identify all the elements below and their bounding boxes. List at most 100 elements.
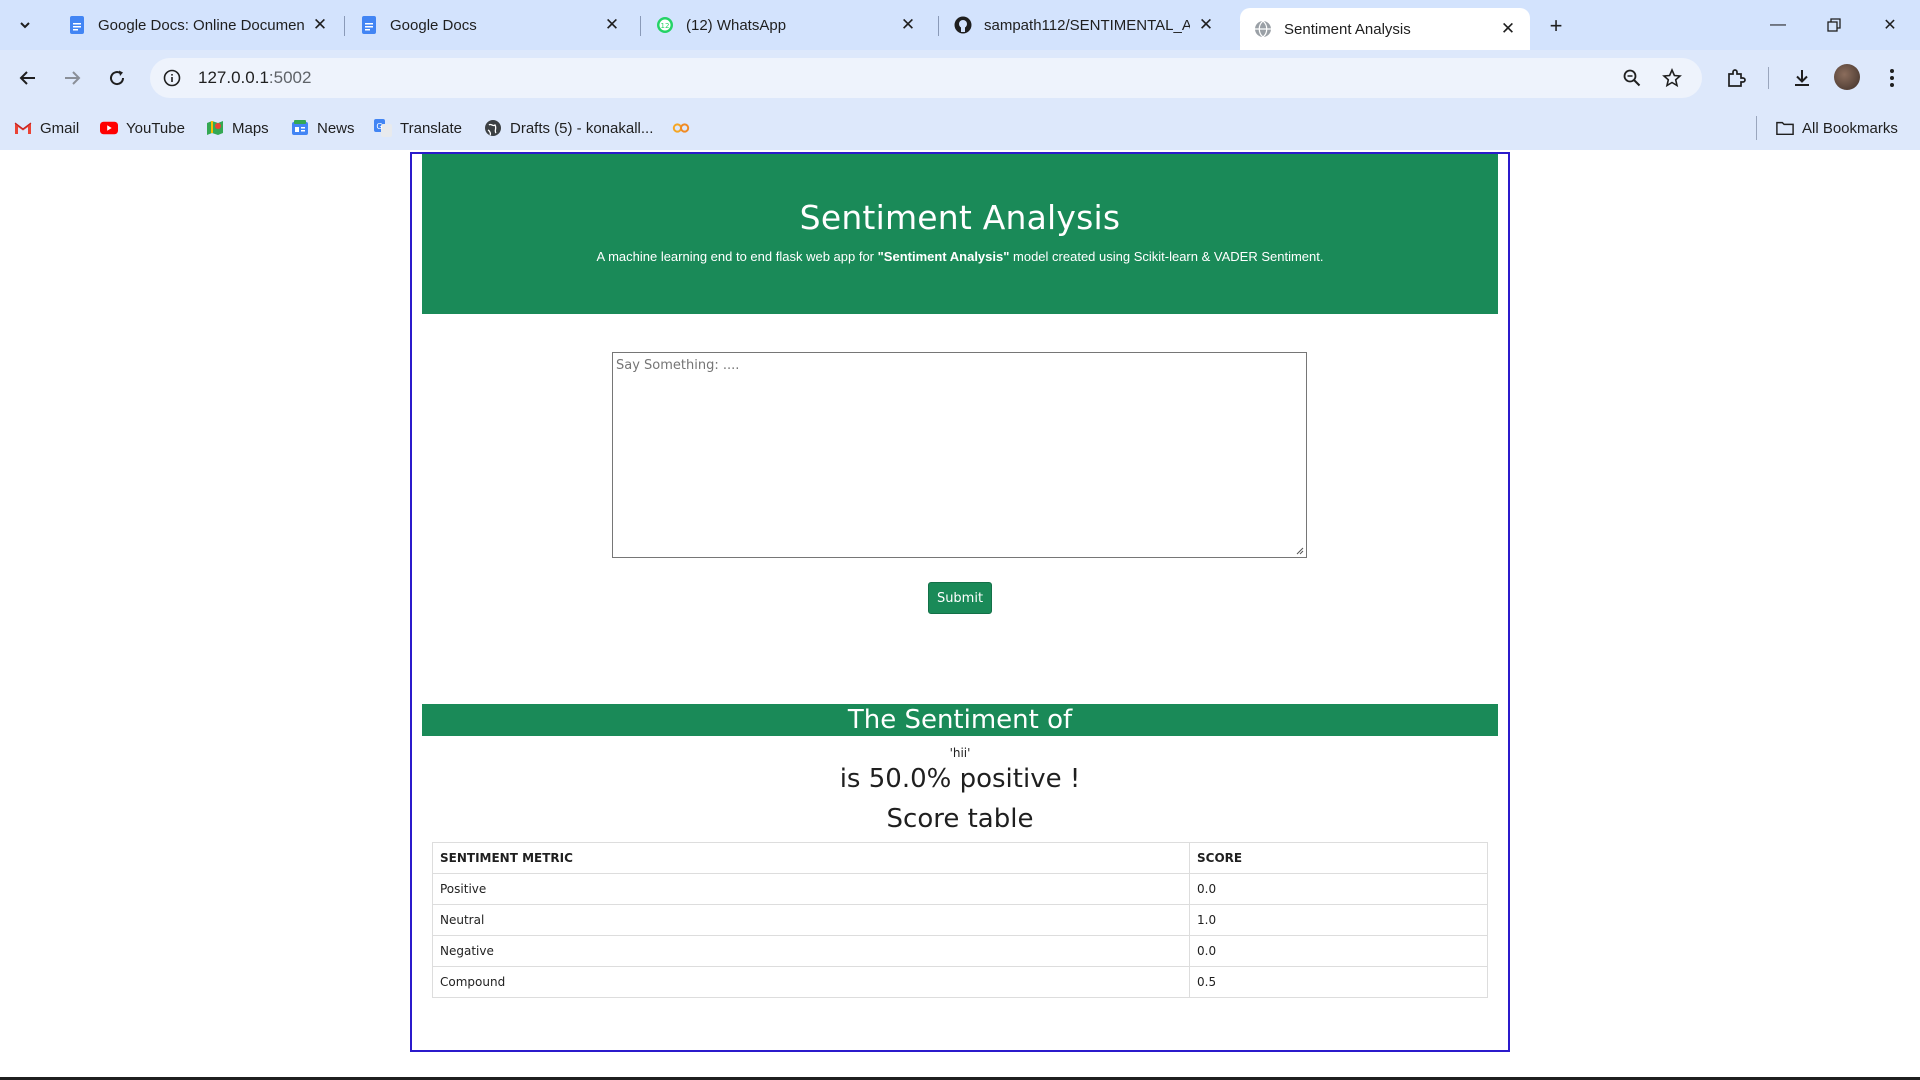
bookmark-drafts[interactable]: Drafts (5) - konakall... [484, 116, 653, 140]
all-bookmarks-label: All Bookmarks [1802, 119, 1898, 137]
svg-text:12: 12 [661, 22, 670, 30]
more-vertical-icon [1890, 69, 1894, 87]
zoom-icon [1623, 69, 1641, 87]
table-row: Neutral 1.0 [432, 904, 1488, 936]
bookmarks-bar: Gmail YouTube Maps News G Translate Draf… [0, 106, 1920, 150]
google-docs-icon [360, 16, 378, 34]
tab-divider [640, 16, 641, 36]
bookmark-extra[interactable] [672, 116, 698, 140]
table-row: Positive 0.0 [432, 873, 1488, 905]
chevron-down-icon [20, 22, 30, 29]
menu-button[interactable] [1876, 62, 1908, 94]
close-icon: ✕ [1883, 17, 1897, 34]
subtitle-text-end: model created using Scikit-learn & VADER… [1009, 249, 1324, 264]
arrow-right-icon [65, 71, 81, 85]
bookmark-gmail[interactable]: Gmail [14, 116, 79, 140]
tab-google-docs[interactable]: Google Docs ✕ [346, 8, 634, 42]
header-banner: Sentiment Analysis A machine learning en… [422, 154, 1498, 314]
bookmark-label: YouTube [126, 119, 185, 137]
score-cell: 0.0 [1189, 873, 1488, 905]
tab-title: sampath112/SENTIMENTAL_AN [984, 16, 1190, 34]
tab-github[interactable]: sampath112/SENTIMENTAL_AN ✕ [940, 8, 1228, 42]
score-cell: 1.0 [1189, 904, 1488, 936]
page-subtitle: A machine learning end to end flask web … [422, 249, 1498, 264]
tab-search-button[interactable] [10, 10, 40, 40]
infinity-icon [672, 119, 690, 137]
profile-avatar[interactable] [1834, 64, 1860, 90]
tab-title: (12) WhatsApp [686, 16, 787, 34]
gmail-icon [14, 119, 32, 137]
table-row: Compound 0.5 [432, 966, 1488, 998]
downloads-button[interactable] [1786, 62, 1818, 94]
metric-cell: Neutral [432, 904, 1190, 936]
bookmark-label: News [317, 119, 355, 137]
tab-divider [344, 16, 345, 36]
score-cell: 0.5 [1189, 966, 1488, 998]
tab-title: Google Docs: Online Document [98, 16, 304, 34]
tab-divider [938, 16, 939, 36]
back-button[interactable] [12, 62, 44, 94]
result-heading: The Sentiment of [422, 704, 1498, 736]
bookmark-maps[interactable]: Maps [206, 116, 269, 140]
all-bookmarks-button[interactable]: All Bookmarks [1776, 116, 1898, 140]
tab-title: Google Docs [390, 16, 477, 34]
info-icon [163, 69, 181, 87]
tab-title: Sentiment Analysis [1284, 20, 1411, 38]
folder-icon [1776, 119, 1794, 137]
globe-icon [1254, 20, 1272, 38]
analyzed-text: 'hii' [949, 746, 971, 760]
tab-sentiment-analysis[interactable]: Sentiment Analysis ✕ [1240, 8, 1530, 50]
close-tab-icon[interactable]: ✕ [898, 15, 918, 35]
bookmarks-divider [1756, 116, 1757, 140]
zoom-button[interactable] [1620, 66, 1644, 90]
google-docs-icon [68, 16, 86, 34]
star-icon [1662, 68, 1682, 88]
subtitle-text: A machine learning end to end flask web … [596, 249, 878, 264]
score-table-title: Score table [886, 804, 1034, 834]
close-tab-icon[interactable]: ✕ [310, 15, 330, 35]
url-host: 127.0.0.1 [198, 68, 269, 87]
tab-strip: Google Docs: Online Document ✕ Google Do… [0, 0, 1920, 50]
restore-button[interactable] [1806, 0, 1862, 50]
bookmark-label: Translate [400, 119, 462, 137]
metric-cell: Compound [432, 966, 1190, 998]
close-tab-icon[interactable]: ✕ [1498, 19, 1518, 39]
message-input[interactable] [612, 352, 1307, 558]
bookmark-youtube[interactable]: YouTube [100, 116, 185, 140]
site-info-button[interactable] [156, 62, 188, 94]
bookmark-label: Drafts (5) - konakall... [510, 119, 654, 137]
bookmark-star-button[interactable] [1660, 66, 1684, 90]
minimize-button[interactable]: — [1750, 0, 1806, 50]
sentiment-verdict: is 50.0% positive ! [839, 764, 1081, 794]
bookmark-label: Gmail [40, 119, 80, 137]
reload-button[interactable] [101, 62, 133, 94]
table-header-row: SENTIMENT METRIC SCORE [432, 842, 1488, 874]
tab-whatsapp[interactable]: 12 (12) WhatsApp ✕ [642, 8, 930, 42]
metric-cell: Positive [432, 873, 1190, 905]
extensions-button[interactable] [1720, 62, 1752, 94]
youtube-icon [100, 119, 118, 137]
submit-button[interactable]: Submit [928, 582, 992, 614]
plus-icon: + [1549, 13, 1563, 38]
close-tab-icon[interactable]: ✕ [1196, 15, 1216, 35]
maps-icon [206, 119, 224, 137]
new-tab-button[interactable]: + [1542, 12, 1570, 40]
close-window-button[interactable]: ✕ [1862, 0, 1918, 50]
globe-icon [484, 119, 502, 137]
download-icon [1795, 70, 1809, 86]
restore-icon [1827, 18, 1841, 32]
address-bar[interactable]: 127.0.0.1:5002 [150, 58, 1702, 98]
bookmark-label: Maps [232, 119, 269, 137]
browser-toolbar: 127.0.0.1:5002 [0, 50, 1920, 106]
close-tab-icon[interactable]: ✕ [602, 15, 622, 35]
bookmark-news[interactable]: News [291, 116, 355, 140]
bookmark-translate[interactable]: G Translate [374, 116, 462, 140]
score-cell: 0.0 [1189, 935, 1488, 967]
tab-google-docs-online[interactable]: Google Docs: Online Document ✕ [54, 8, 342, 42]
forward-button[interactable] [56, 62, 88, 94]
puzzle-icon [1728, 69, 1746, 87]
column-header-metric: SENTIMENT METRIC [432, 842, 1190, 874]
url-text[interactable]: 127.0.0.1:5002 [198, 68, 311, 88]
resize-handle-icon[interactable] [1294, 545, 1304, 555]
app-container: Sentiment Analysis A machine learning en… [410, 152, 1510, 1052]
